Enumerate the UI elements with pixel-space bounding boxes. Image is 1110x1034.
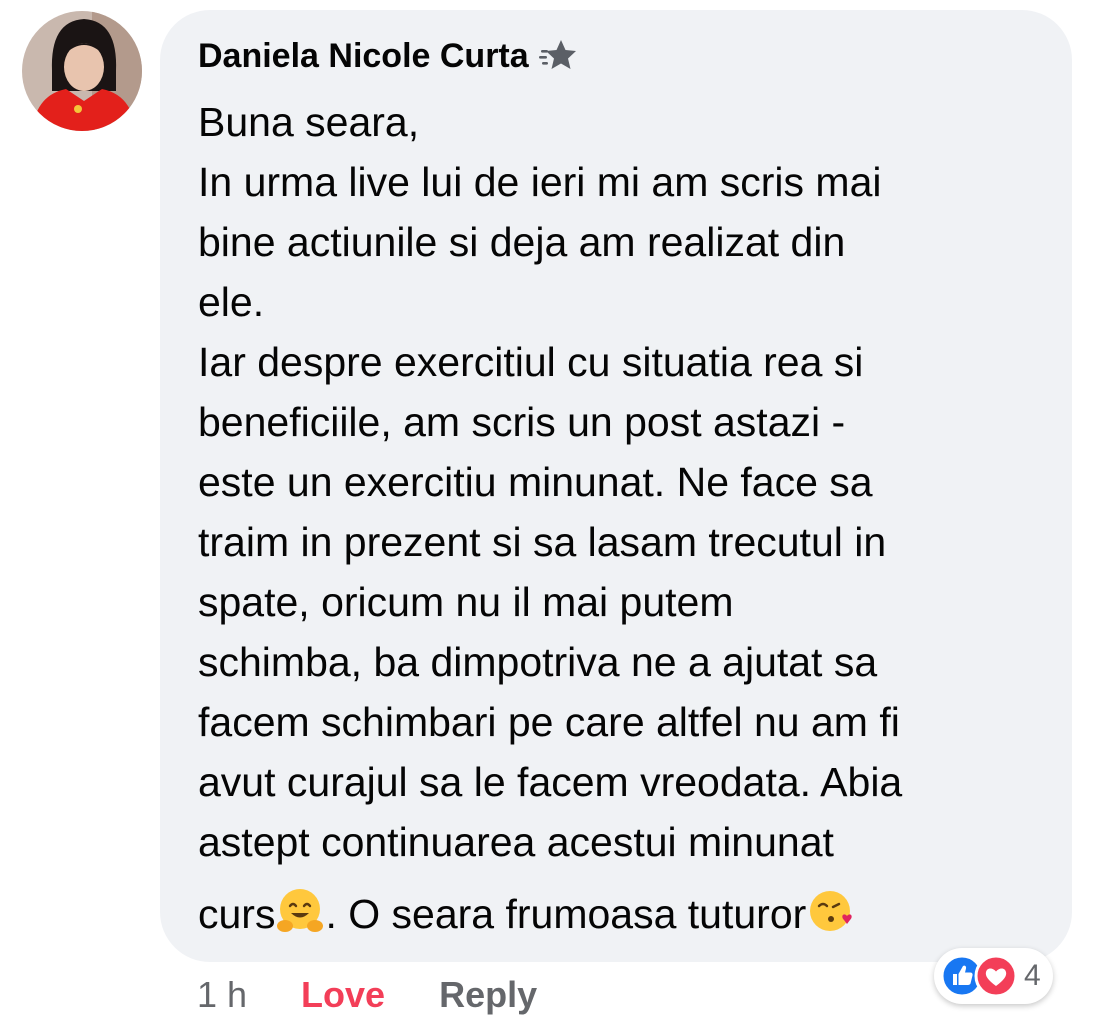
author-name[interactable]: Daniela Nicole Curta: [198, 37, 529, 76]
comment-line: schimba, ba dimpotriva ne a ajutat sa: [198, 639, 878, 685]
face-blowing-kiss-emoji-icon: [806, 886, 856, 936]
timestamp[interactable]: 1 h: [197, 974, 247, 1016]
comment-line: este un exercitiu minunat. Ne face sa: [198, 459, 873, 505]
comment-bubble: Daniela Nicole Curta Buna seara, In urma…: [160, 10, 1072, 962]
avatar[interactable]: [22, 11, 142, 131]
comment-text: Buna seara, In urma live lui de ieri mi …: [198, 92, 1058, 944]
top-fan-star-icon: [538, 36, 579, 76]
comment-line: In urma live lui de ieri mi am scris mai: [198, 159, 882, 205]
love-reaction-icon: [974, 954, 1018, 998]
comment-line: spate, oricum nu il mai putem: [198, 579, 734, 625]
reactions-summary[interactable]: 4: [934, 948, 1053, 1004]
comment-line: astept continuarea acestui minunat: [198, 819, 834, 865]
hugging-face-emoji-icon: [275, 886, 325, 936]
comment-line: bine actiunile si deja am realizat din: [198, 219, 846, 265]
comment-line: traim in prezent si sa lasam trecutul in: [198, 519, 887, 565]
reaction-count: 4: [1024, 959, 1041, 992]
comment-author: Daniela Nicole Curta: [198, 36, 579, 76]
comment-line: Buna seara,: [198, 99, 420, 145]
reply-button[interactable]: Reply: [439, 974, 537, 1016]
comment-line: facem schimbari pe care altfel nu am fi: [198, 699, 900, 745]
comment-text-segment: . O seara frumoasa tuturor: [325, 891, 807, 937]
comment-line: ele.: [198, 279, 265, 325]
love-reaction-button[interactable]: Love: [301, 974, 385, 1016]
comment-line: avut curajul sa le facem vreodata. Abia: [198, 759, 903, 805]
comment-line-last: curs . O seara frumoasa tuturor: [198, 884, 1058, 944]
comment-line: Iar despre exercitiul cu situatia rea si: [198, 339, 864, 385]
comment-actions: 1 h Love Reply: [197, 970, 537, 1020]
comment-line: beneficiile, am scris un post astazi -: [198, 399, 846, 445]
comment-text-segment: curs: [198, 891, 276, 937]
